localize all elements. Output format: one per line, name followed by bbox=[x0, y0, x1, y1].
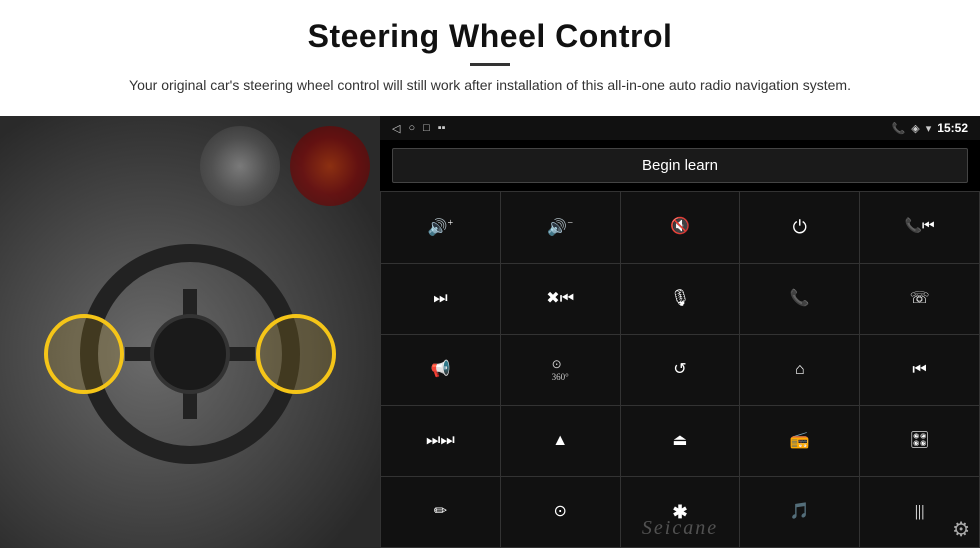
prev-skip-icon: ✖⏮ bbox=[546, 291, 574, 307]
prev-skip-button[interactable]: ✖⏮ bbox=[501, 264, 620, 334]
back-button[interactable]: ↺ bbox=[621, 335, 740, 405]
title-divider bbox=[470, 63, 510, 66]
back-icon: ↺ bbox=[673, 362, 686, 378]
eq-icon: 🎛 bbox=[909, 433, 929, 449]
power-icon: ⏻ bbox=[793, 218, 807, 236]
page-subtitle: Your original car's steering wheel contr… bbox=[100, 74, 880, 96]
signal-icon: ▪▪ bbox=[438, 122, 446, 134]
begin-learn-row: Begin learn bbox=[380, 140, 980, 191]
equalizer-icon: ||| bbox=[915, 504, 925, 520]
header-section: Steering Wheel Control Your original car… bbox=[0, 0, 980, 106]
horn-button[interactable]: 📢 bbox=[381, 335, 500, 405]
eq-button[interactable]: 🎛 bbox=[860, 406, 979, 476]
status-time: 15:52 bbox=[937, 121, 968, 135]
nav-icon: ▲ bbox=[552, 433, 568, 449]
home-icon: ⌂ bbox=[795, 362, 805, 378]
vol-down-icon: 🔊− bbox=[547, 219, 573, 236]
prev-call-button[interactable]: 📞⏮ bbox=[860, 192, 979, 262]
mute-icon: 🔇 bbox=[670, 219, 690, 235]
prev-call-icon: 📞⏮ bbox=[905, 220, 935, 234]
nav-recent-icon[interactable]: □ bbox=[423, 122, 430, 134]
radio-icon: 📻 bbox=[790, 433, 810, 449]
rew-icon: ⏮ bbox=[912, 362, 926, 378]
call-icon: 📞 bbox=[790, 291, 810, 307]
page-container: Steering Wheel Control Your original car… bbox=[0, 0, 980, 548]
mic-button[interactable]: 🎙 bbox=[621, 264, 740, 334]
highlight-left-controls bbox=[44, 314, 124, 394]
home-button[interactable]: ⌂ bbox=[740, 335, 859, 405]
vol-up-button[interactable]: 🔊+ bbox=[381, 192, 500, 262]
wifi-status-icon: ▾ bbox=[926, 122, 932, 135]
next-track-button[interactable]: ⏭ bbox=[381, 264, 500, 334]
settings-knob-icon: ⊙ bbox=[553, 504, 566, 520]
end-call-icon: ☏ bbox=[910, 291, 930, 307]
mic-icon: 🎙 bbox=[670, 291, 690, 307]
nav-back-icon[interactable]: ◁ bbox=[392, 122, 400, 135]
phone-status-icon: 📞 bbox=[892, 122, 906, 135]
cam360-icon: ⊙360° bbox=[552, 358, 569, 382]
radio-button[interactable]: 📻 bbox=[740, 406, 859, 476]
status-bar-left: ◁ ○ □ ▪▪ bbox=[392, 122, 446, 135]
power-button[interactable]: ⏻ bbox=[740, 192, 859, 262]
settings-gear-button[interactable]: ⚙ bbox=[952, 517, 970, 542]
dashboard-gauge-left bbox=[200, 126, 280, 206]
content-row: ◁ ○ □ ▪▪ 📞 ◈ ▾ 15:52 Begin learn bbox=[0, 116, 980, 548]
nav-home-icon[interactable]: ○ bbox=[408, 122, 415, 134]
controls-grid: 🔊+ 🔊− 🔇 ⏻ 📞⏮ ⏭ ✖⏮ bbox=[380, 191, 980, 548]
car-image-panel bbox=[0, 116, 380, 548]
call-button[interactable]: 📞 bbox=[740, 264, 859, 334]
cam360-button[interactable]: ⊙360° bbox=[501, 335, 620, 405]
steering-wheel-hub bbox=[150, 314, 230, 394]
bluetooth-icon: ✱ bbox=[672, 503, 687, 521]
fast-fwd-button[interactable]: ⏭⏭ bbox=[381, 406, 500, 476]
pen-icon: ✏ bbox=[434, 504, 447, 520]
nav-button[interactable]: ▲ bbox=[501, 406, 620, 476]
rew-button[interactable]: ⏮ bbox=[860, 335, 979, 405]
yellow-arrow-svg bbox=[370, 528, 380, 548]
fast-fwd-icon: ⏭⏭ bbox=[426, 433, 455, 449]
music-settings-icon: 🎵 bbox=[790, 504, 810, 520]
dashboard-gauge-right bbox=[290, 126, 370, 206]
radio-ui-panel: ◁ ○ □ ▪▪ 📞 ◈ ▾ 15:52 Begin learn bbox=[380, 116, 980, 548]
settings-knob-button[interactable]: ⊙ bbox=[501, 477, 620, 547]
status-bar: ◁ ○ □ ▪▪ 📞 ◈ ▾ 15:52 bbox=[380, 116, 980, 140]
eject-button[interactable]: ⏏ bbox=[621, 406, 740, 476]
music-settings-button[interactable]: 🎵 bbox=[740, 477, 859, 547]
highlight-right-controls bbox=[256, 314, 336, 394]
horn-icon: 📢 bbox=[430, 362, 450, 378]
mute-button[interactable]: 🔇 bbox=[621, 192, 740, 262]
location-status-icon: ◈ bbox=[911, 122, 919, 135]
bluetooth-button[interactable]: ✱ bbox=[621, 477, 740, 547]
status-bar-right: 📞 ◈ ▾ 15:52 bbox=[892, 121, 968, 135]
vol-down-button[interactable]: 🔊− bbox=[501, 192, 620, 262]
pen-button[interactable]: ✏ bbox=[381, 477, 500, 547]
end-call-button[interactable]: ☏ bbox=[860, 264, 979, 334]
vol-up-icon: 🔊+ bbox=[428, 219, 454, 236]
eject-icon: ⏏ bbox=[672, 433, 687, 449]
page-title: Steering Wheel Control bbox=[60, 18, 920, 55]
begin-learn-button[interactable]: Begin learn bbox=[392, 148, 968, 183]
next-track-icon: ⏭ bbox=[433, 291, 447, 307]
